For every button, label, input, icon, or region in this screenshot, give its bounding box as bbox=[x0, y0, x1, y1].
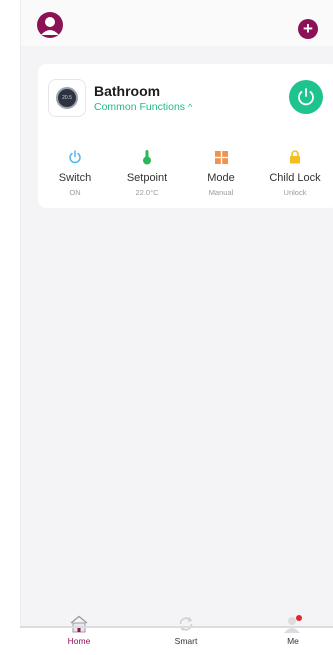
function-mode[interactable]: Mode Manual bbox=[186, 148, 256, 197]
thermometer-icon bbox=[112, 148, 182, 166]
function-child-lock[interactable]: Child Lock Unlock bbox=[260, 148, 330, 197]
function-value: Unlock bbox=[283, 188, 307, 197]
top-bar bbox=[21, 0, 333, 46]
function-label: Child Lock bbox=[269, 172, 321, 184]
chevron-up-icon: ^ bbox=[187, 102, 193, 112]
tab-label: Me bbox=[287, 636, 299, 646]
function-switch[interactable]: Switch ON bbox=[40, 148, 110, 197]
person-icon bbox=[263, 614, 323, 634]
function-label: Mode bbox=[207, 172, 235, 184]
add-device-button[interactable]: + bbox=[298, 19, 318, 39]
grid-icon bbox=[186, 148, 256, 166]
notification-dot bbox=[296, 615, 302, 621]
thermostat-dial: 20.5 bbox=[56, 87, 78, 109]
function-value: Manual bbox=[208, 188, 234, 197]
function-label: Switch bbox=[58, 172, 92, 184]
lock-icon bbox=[260, 148, 330, 166]
tab-smart[interactable]: Smart bbox=[156, 614, 216, 646]
plus-icon: + bbox=[303, 19, 313, 38]
home-icon bbox=[49, 614, 109, 634]
power-icon bbox=[298, 88, 314, 106]
common-functions-toggle[interactable]: Common Functions ^ bbox=[94, 101, 192, 113]
tab-label: Home bbox=[67, 636, 91, 646]
thermostat-icon: 20.5 bbox=[48, 79, 86, 117]
app-screen: 20.5 Bathroom Common Functions ^ Switch … bbox=[20, 0, 333, 626]
device-card[interactable]: 20.5 Bathroom Common Functions ^ Switch … bbox=[38, 64, 333, 208]
function-value: 22.0°C bbox=[135, 188, 159, 197]
refresh-icon bbox=[156, 614, 216, 634]
tab-home[interactable]: Home bbox=[49, 614, 109, 646]
bottom-edge bbox=[20, 626, 333, 628]
function-label: Setpoint bbox=[126, 172, 168, 184]
power-icon bbox=[40, 148, 110, 166]
tab-me[interactable]: Me bbox=[263, 614, 323, 646]
device-name: Bathroom bbox=[94, 83, 161, 99]
function-setpoint[interactable]: Setpoint 22.0°C bbox=[112, 148, 182, 197]
common-functions-label: Common Functions bbox=[94, 101, 186, 113]
avatar-icon[interactable] bbox=[37, 12, 63, 38]
tab-label: Smart bbox=[174, 636, 198, 646]
function-value: ON bbox=[69, 188, 81, 197]
power-button[interactable] bbox=[289, 80, 323, 114]
